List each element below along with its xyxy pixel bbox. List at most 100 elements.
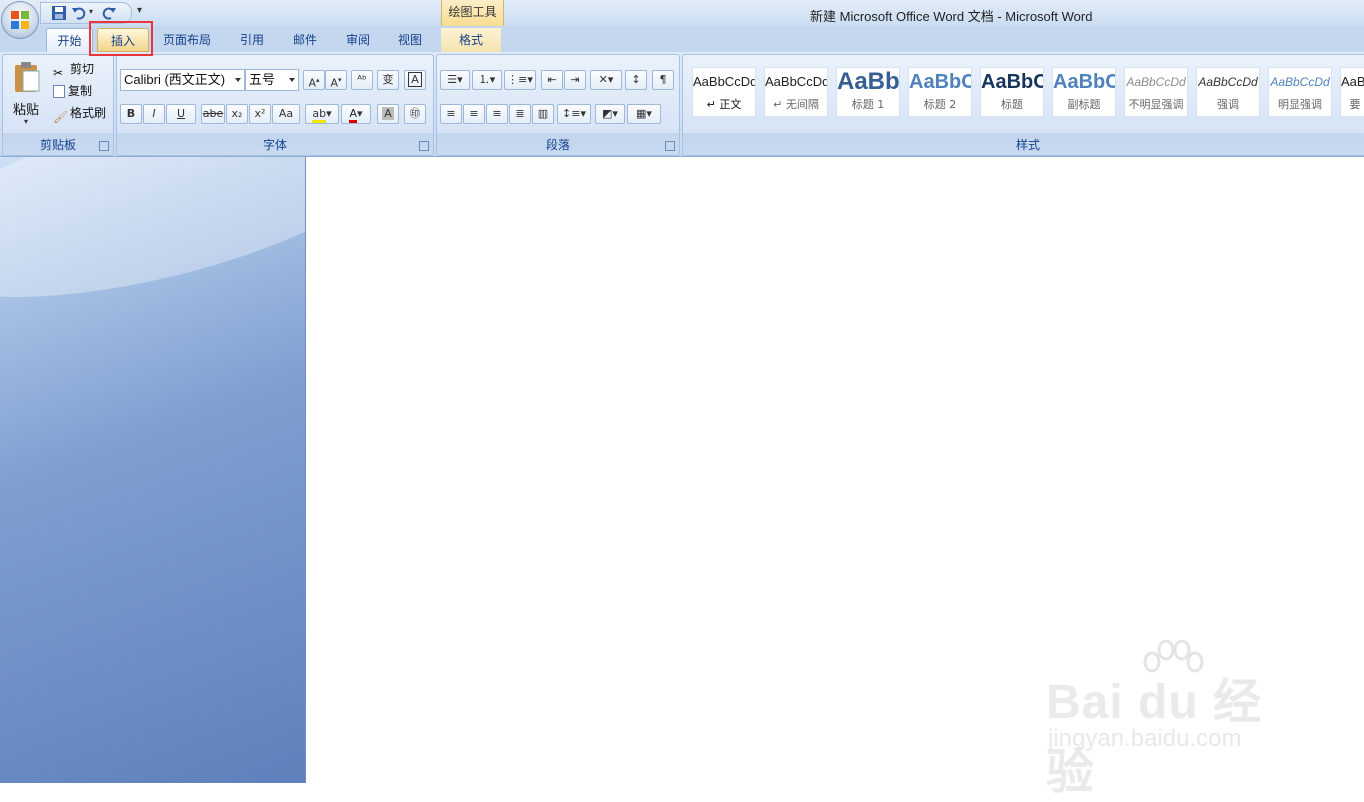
paste-button[interactable]: 粘贴 ▾ [7,59,47,129]
style-sample: AaBb [1341,74,1364,89]
bold-button[interactable]: B [120,104,142,124]
style-heading-2[interactable]: AaBbC 标题 2 [908,67,972,117]
style-title[interactable]: AaBbC 标题 [980,67,1044,117]
clipboard-dialog-launcher[interactable] [99,141,109,151]
paragraph-dialog-launcher[interactable] [665,141,675,151]
underline-button[interactable]: U [166,104,196,124]
enclose-characters-icon[interactable]: ㊞ [404,104,426,124]
grow-font-button[interactable]: A▴ [303,70,325,90]
decrease-indent-icon[interactable]: ⇤ [541,70,563,90]
style-name: 要 [1349,98,1361,111]
window-title: 新建 Microsoft Office Word 文档 - Microsoft … [810,9,1093,24]
show-marks-icon[interactable]: ¶ [652,70,674,90]
distributed-icon[interactable]: ▥ [532,104,554,124]
font-dialog-launcher[interactable] [419,141,429,151]
style-sample: AaBbCcDd [765,74,827,89]
scissors-icon: ✂ [53,65,64,80]
style-name: 不明显强调 [1128,98,1184,111]
drawing-tools-context-header: 绘图工具 [441,0,504,26]
font-size-combo[interactable]: 五号 [245,69,299,91]
sort-icon[interactable]: ↕ [625,70,647,90]
font-color-icon: A [349,107,357,123]
baidu-watermark: Bai du 经验 jingyan.baidu.com [1046,640,1306,799]
style-name: 标题 2 [923,98,957,111]
multilevel-list-button[interactable]: ⋮≡▾ [504,70,536,90]
highlighter-icon: ab [312,107,327,123]
undo-dropdown-icon[interactable]: ▾ [89,7,93,16]
format-painter-button[interactable]: 🖌 格式刷 [53,103,106,124]
font-name-combo[interactable]: Calibri (西文正文) [120,69,245,91]
copy-icon [53,85,65,98]
style-name: 强调 [1217,98,1239,111]
shrink-font-button[interactable]: A▾ [325,70,347,90]
tab-references[interactable]: 引用 [228,28,276,52]
copy-button[interactable]: 复制 [53,81,92,101]
clipboard-group: 粘贴 ▾ ✂ 剪切 复制 🖌 格式刷 剪贴板 [2,54,114,156]
document-background-pane [0,157,305,783]
superscript-button[interactable]: x² [249,104,271,124]
change-case-button[interactable]: Aa [272,104,300,124]
style-sample: AaBb [837,68,899,95]
font-size-value: 五号 [249,72,276,87]
style-sample: AaBbCcDd [1198,75,1258,89]
style-emphasis[interactable]: AaBbCcDd 强调 [1196,67,1260,117]
tab-mailings[interactable]: 邮件 [282,28,328,52]
highlight-color-button[interactable]: ab▾ [305,104,339,124]
tab-format[interactable]: 格式 [441,28,501,52]
ribbon: 粘贴 ▾ ✂ 剪切 复制 🖌 格式刷 剪贴板 Calibri (西文正文) 五号 A… [0,52,1364,157]
italic-button[interactable]: I [143,104,165,124]
office-button[interactable] [1,1,39,39]
style-name: 明显强调 [1278,98,1322,111]
save-icon[interactable] [51,5,67,21]
office-logo-icon [11,11,29,29]
clipboard-group-label: 剪贴板 [39,138,76,152]
justify-icon[interactable]: ≣ [509,104,531,124]
title-bar: ▾ ▾ 绘图工具 新建 Microsoft Office Word 文档 - M… [0,0,1364,26]
style-no-spacing[interactable]: AaBbCcDd ↵ 无间隔 [764,67,828,117]
align-center-icon[interactable]: ≡ [463,104,485,124]
paragraph-group: ☰▾ ⒈▾ ⋮≡▾ ⇤ ⇥ ✕▾ ↕ ¶ ≡ ≡ ≡ ≣ ▥ ↕≡▾ ◩▾ ▦▾… [436,54,680,156]
customize-qat-icon[interactable]: ▾ [137,5,142,16]
shading-button[interactable]: ◩▾ [595,104,625,124]
subscript-button[interactable]: x₂ [226,104,248,124]
font-name-value: Calibri (西文正文) [124,72,226,87]
tab-home[interactable]: 开始 [46,28,93,52]
style-heading-1[interactable]: AaBb 标题 1 [836,67,900,117]
borders-button[interactable]: ▦▾ [627,104,661,124]
style-name: 标题 [1001,98,1023,111]
style-name: ↵ 无间隔 [773,98,819,111]
style-strong[interactable]: AaBb 要 [1340,67,1364,117]
character-border-icon[interactable]: A [404,70,426,90]
undo-icon[interactable] [71,5,87,21]
bullets-button[interactable]: ☰▾ [440,70,470,90]
font-group: Calibri (西文正文) 五号 A▴ A▾ ᴬᵇ 变 A B I U abe… [116,54,434,156]
strikethrough-button[interactable]: abe [201,104,225,124]
increase-indent-icon[interactable]: ⇥ [564,70,586,90]
paragraph-group-label: 段落 [545,138,570,152]
cut-label: 剪切 [70,62,95,76]
style-normal[interactable]: AaBbCcDd ↵ 正文 [692,67,756,117]
phonetic-guide-icon[interactable]: 变 [377,70,399,90]
numbering-button[interactable]: ⒈▾ [472,70,502,90]
align-right-icon[interactable]: ≡ [486,104,508,124]
line-spacing-button[interactable]: ↕≡▾ [557,104,591,124]
tab-review[interactable]: 审阅 [334,28,382,52]
cut-button[interactable]: ✂ 剪切 [53,59,95,80]
chinese-layout-button[interactable]: ✕▾ [590,70,622,90]
style-sample: AaBbC [909,71,971,93]
watermark-url: jingyan.baidu.com [1048,725,1242,752]
style-subtle-emphasis[interactable]: AaBbCcDd 不明显强调 [1124,67,1188,117]
style-intense-emphasis[interactable]: AaBbCcDd 明显强调 [1268,67,1332,117]
tab-view[interactable]: 视图 [387,28,433,52]
clear-formatting-icon[interactable]: ᴬᵇ [351,70,373,90]
font-color-button[interactable]: A▾ [341,104,371,124]
style-name: 副标题 [1067,98,1101,111]
style-sample: AaBbC [981,71,1043,93]
paste-label: 粘贴 [13,103,40,118]
copy-label: 复制 [68,84,93,98]
style-subtitle[interactable]: AaBbC 副标题 [1052,67,1116,117]
align-left-icon[interactable]: ≡ [440,104,462,124]
redo-icon[interactable] [101,5,117,21]
character-shading-icon[interactable]: A [377,104,399,124]
tab-page-layout[interactable]: 页面布局 [155,28,219,52]
